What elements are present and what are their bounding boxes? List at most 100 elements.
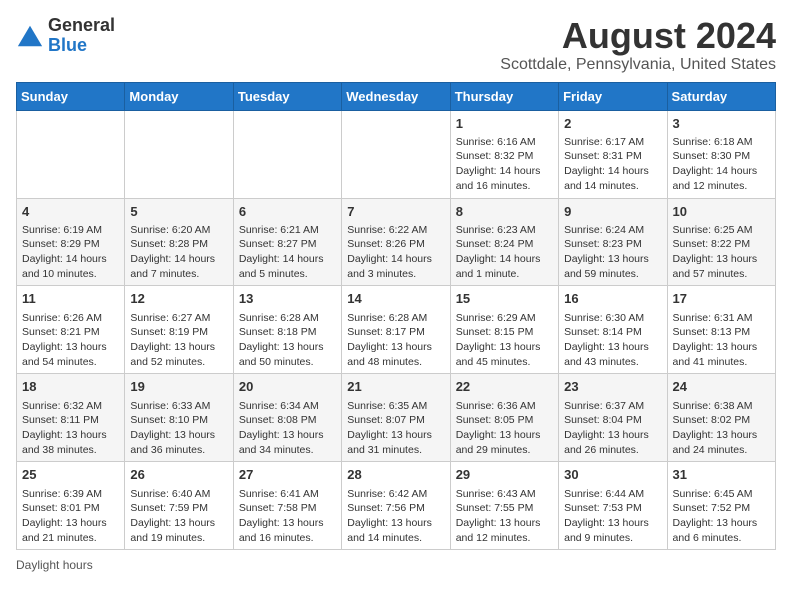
day-number: 3	[673, 115, 770, 133]
day-number: 13	[239, 290, 336, 308]
day-number: 17	[673, 290, 770, 308]
calendar-cell: 20 Sunrise: 6:34 AMSunset: 8:08 PMDayligh…	[233, 374, 341, 462]
header-row: SundayMondayTuesdayWednesdayThursdayFrid…	[17, 82, 776, 110]
logo: General Blue	[16, 16, 115, 56]
calendar-week-row: 1Sunrise: 6:16 AMSunset: 8:32 PMDaylight…	[17, 110, 776, 198]
day-info: Sunrise: 6:43 AMSunset: 7:55 PMDaylight:…	[456, 487, 553, 546]
calendar-cell: 12 Sunrise: 6:27 AMSunset: 8:19 PMDayligh…	[125, 286, 233, 374]
day-info: Sunrise: 6:18 AMSunset: 8:30 PMDaylight:…	[673, 135, 770, 194]
day-number: 1	[456, 115, 553, 133]
calendar-cell: 11 Sunrise: 6:26 AMSunset: 8:21 PMDayligh…	[17, 286, 125, 374]
day-number: 16	[564, 290, 661, 308]
day-number: 31	[673, 466, 770, 484]
header-cell-tuesday: Tuesday	[233, 82, 341, 110]
day-info: Sunrise: 6:25 AMSunset: 8:22 PMDaylight:…	[673, 223, 770, 282]
calendar-cell: 7Sunrise: 6:22 AMSunset: 8:26 PMDaylight…	[342, 198, 450, 286]
calendar-week-row: 4 Sunrise: 6:19 AMSunset: 8:29 PMDaylight…	[17, 198, 776, 286]
day-info: Sunrise: 6:39 AMSunset: 8:01 PMDaylight:…	[22, 487, 119, 546]
day-info: Sunrise: 6:27 AMSunset: 8:19 PMDaylight:…	[130, 311, 227, 370]
calendar-cell: 8Sunrise: 6:23 AMSunset: 8:24 PMDaylight…	[450, 198, 558, 286]
day-number: 5	[130, 203, 227, 221]
day-number: 19	[130, 378, 227, 396]
calendar-cell: 14Sunrise: 6:28 AMSunset: 8:17 PMDayligh…	[342, 286, 450, 374]
day-number: 11	[22, 290, 119, 308]
day-info: Sunrise: 6:38 AMSunset: 8:02 PMDaylight:…	[673, 399, 770, 458]
title-section: August 2024 Scottdale, Pennsylvania, Uni…	[500, 16, 776, 74]
header-cell-monday: Monday	[125, 82, 233, 110]
day-number: 14	[347, 290, 444, 308]
header-cell-wednesday: Wednesday	[342, 82, 450, 110]
calendar-cell: 29 Sunrise: 6:43 AMSunset: 7:55 PMDayligh…	[450, 462, 558, 550]
calendar-cell: 30Sunrise: 6:44 AMSunset: 7:53 PMDayligh…	[559, 462, 667, 550]
header-cell-thursday: Thursday	[450, 82, 558, 110]
calendar-body: 1Sunrise: 6:16 AMSunset: 8:32 PMDaylight…	[17, 110, 776, 550]
day-info: Sunrise: 6:20 AMSunset: 8:28 PMDaylight:…	[130, 223, 227, 282]
day-info: Sunrise: 6:33 AMSunset: 8:10 PMDaylight:…	[130, 399, 227, 458]
calendar-cell: 22 Sunrise: 6:36 AMSunset: 8:05 PMDayligh…	[450, 374, 558, 462]
calendar-table: SundayMondayTuesdayWednesdayThursdayFrid…	[16, 82, 776, 551]
day-info: Sunrise: 6:32 AMSunset: 8:11 PMDaylight:…	[22, 399, 119, 458]
day-info: Sunrise: 6:17 AMSunset: 8:31 PMDaylight:…	[564, 135, 661, 194]
header-cell-friday: Friday	[559, 82, 667, 110]
day-number: 12	[130, 290, 227, 308]
calendar-cell: 26Sunrise: 6:40 AMSunset: 7:59 PMDayligh…	[125, 462, 233, 550]
calendar-cell: 19 Sunrise: 6:33 AMSunset: 8:10 PMDayligh…	[125, 374, 233, 462]
day-number: 9	[564, 203, 661, 221]
day-number: 4	[22, 203, 119, 221]
day-number: 6	[239, 203, 336, 221]
day-number: 10	[673, 203, 770, 221]
day-number: 30	[564, 466, 661, 484]
calendar-week-row: 25 Sunrise: 6:39 AMSunset: 8:01 PMDayligh…	[17, 462, 776, 550]
day-number: 22	[456, 378, 553, 396]
day-info: Sunrise: 6:34 AMSunset: 8:08 PMDaylight:…	[239, 399, 336, 458]
calendar-cell	[233, 110, 341, 198]
day-info: Sunrise: 6:31 AMSunset: 8:13 PMDaylight:…	[673, 311, 770, 370]
day-info: Sunrise: 6:36 AMSunset: 8:05 PMDaylight:…	[456, 399, 553, 458]
day-number: 21	[347, 378, 444, 396]
calendar-cell: 17 Sunrise: 6:31 AMSunset: 8:13 PMDayligh…	[667, 286, 775, 374]
day-info: Sunrise: 6:28 AMSunset: 8:18 PMDaylight:…	[239, 311, 336, 370]
day-info: Sunrise: 6:41 AMSunset: 7:58 PMDaylight:…	[239, 487, 336, 546]
day-number: 2	[564, 115, 661, 133]
calendar-cell: 25 Sunrise: 6:39 AMSunset: 8:01 PMDayligh…	[17, 462, 125, 550]
logo-icon	[16, 22, 44, 50]
day-info: Sunrise: 6:37 AMSunset: 8:04 PMDaylight:…	[564, 399, 661, 458]
calendar-cell: 27Sunrise: 6:41 AMSunset: 7:58 PMDayligh…	[233, 462, 341, 550]
day-number: 18	[22, 378, 119, 396]
day-info: Sunrise: 6:29 AMSunset: 8:15 PMDaylight:…	[456, 311, 553, 370]
day-info: Sunrise: 6:26 AMSunset: 8:21 PMDaylight:…	[22, 311, 119, 370]
day-info: Sunrise: 6:35 AMSunset: 8:07 PMDaylight:…	[347, 399, 444, 458]
day-info: Sunrise: 6:30 AMSunset: 8:14 PMDaylight:…	[564, 311, 661, 370]
footer-daylight-label: Daylight hours	[16, 558, 93, 572]
calendar-cell: 10 Sunrise: 6:25 AMSunset: 8:22 PMDayligh…	[667, 198, 775, 286]
day-number: 20	[239, 378, 336, 396]
calendar-cell: 15 Sunrise: 6:29 AMSunset: 8:15 PMDayligh…	[450, 286, 558, 374]
calendar-cell: 2 Sunrise: 6:17 AMSunset: 8:31 PMDaylight…	[559, 110, 667, 198]
day-info: Sunrise: 6:45 AMSunset: 7:52 PMDaylight:…	[673, 487, 770, 546]
calendar-cell: 1Sunrise: 6:16 AMSunset: 8:32 PMDaylight…	[450, 110, 558, 198]
calendar-cell: 5 Sunrise: 6:20 AMSunset: 8:28 PMDaylight…	[125, 198, 233, 286]
day-number: 28	[347, 466, 444, 484]
logo-blue-text: Blue	[48, 36, 115, 56]
calendar-cell: 16 Sunrise: 6:30 AMSunset: 8:14 PMDayligh…	[559, 286, 667, 374]
day-info: Sunrise: 6:21 AMSunset: 8:27 PMDaylight:…	[239, 223, 336, 282]
calendar-cell: 24Sunrise: 6:38 AMSunset: 8:02 PMDayligh…	[667, 374, 775, 462]
calendar-title: August 2024	[500, 16, 776, 56]
day-info: Sunrise: 6:40 AMSunset: 7:59 PMDaylight:…	[130, 487, 227, 546]
day-number: 8	[456, 203, 553, 221]
day-number: 23	[564, 378, 661, 396]
logo-text: General Blue	[48, 16, 115, 56]
day-number: 25	[22, 466, 119, 484]
header: General Blue August 2024 Scottdale, Penn…	[16, 16, 776, 74]
calendar-week-row: 11 Sunrise: 6:26 AMSunset: 8:21 PMDayligh…	[17, 286, 776, 374]
calendar-week-row: 18 Sunrise: 6:32 AMSunset: 8:11 PMDayligh…	[17, 374, 776, 462]
calendar-cell: 28Sunrise: 6:42 AMSunset: 7:56 PMDayligh…	[342, 462, 450, 550]
footer-note: Daylight hours	[16, 558, 776, 572]
day-number: 15	[456, 290, 553, 308]
calendar-cell: 18 Sunrise: 6:32 AMSunset: 8:11 PMDayligh…	[17, 374, 125, 462]
day-number: 29	[456, 466, 553, 484]
calendar-cell	[342, 110, 450, 198]
day-info: Sunrise: 6:19 AMSunset: 8:29 PMDaylight:…	[22, 223, 119, 282]
calendar-cell: 3 Sunrise: 6:18 AMSunset: 8:30 PMDaylight…	[667, 110, 775, 198]
calendar-cell: 21 Sunrise: 6:35 AMSunset: 8:07 PMDayligh…	[342, 374, 450, 462]
